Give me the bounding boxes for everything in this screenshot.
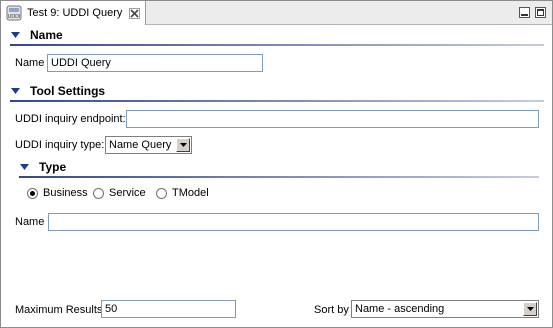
name-section-title: Name: [30, 28, 63, 42]
max-results-label: Maximum Results: [15, 304, 103, 316]
section-divider: [19, 176, 539, 178]
sort-by-select[interactable]: Name - ascending: [351, 300, 539, 318]
type-name-label: Name: [15, 216, 45, 228]
business-radio-label: Business: [43, 187, 88, 199]
service-radio-label: Service: [109, 187, 146, 199]
editor-tab-title: Test 9: UDDI Query: [27, 7, 123, 19]
maximize-icon[interactable]: [535, 7, 546, 18]
type-name-field[interactable]: [48, 213, 539, 231]
collapse-triangle-icon: [20, 164, 29, 170]
tmodel-radio[interactable]: [156, 188, 167, 199]
endpoint-label: UDDI inquiry endpoint:: [15, 113, 126, 125]
type-section-title: Type: [39, 160, 67, 174]
close-icon[interactable]: [129, 7, 141, 19]
max-results-field[interactable]: 50: [101, 300, 236, 318]
tool-settings-section-header[interactable]: Tool Settings: [11, 84, 105, 98]
dropdown-arrow-icon[interactable]: [523, 302, 537, 316]
name-label: Name: [15, 57, 45, 69]
type-section-header[interactable]: Type: [20, 160, 66, 174]
name-section-header[interactable]: Name: [11, 28, 63, 42]
collapse-triangle-icon: [11, 32, 20, 38]
section-divider: [10, 100, 544, 102]
inquiry-type-select[interactable]: Name Query: [105, 136, 192, 154]
editor-tab-bar: UDDI Test 9: UDDI Query: [1, 1, 552, 25]
sort-by-value: Name - ascending: [355, 303, 445, 315]
dropdown-arrow-icon[interactable]: [176, 138, 190, 152]
minimize-icon[interactable]: [519, 7, 530, 18]
collapse-triangle-icon: [11, 88, 20, 94]
service-radio[interactable]: [93, 188, 104, 199]
tmodel-radio-label: TModel: [172, 187, 209, 199]
tool-settings-section-title: Tool Settings: [30, 84, 106, 98]
endpoint-field[interactable]: [126, 110, 539, 128]
editor-tab[interactable]: UDDI Test 9: UDDI Query: [1, 1, 146, 25]
inquiry-type-label: UDDI inquiry type:: [15, 139, 105, 151]
sort-by-label: Sort by: [314, 304, 349, 316]
svg-text:UDDI: UDDI: [8, 14, 21, 20]
business-radio[interactable]: [27, 188, 38, 199]
uddi-icon: UDDI: [6, 5, 22, 21]
inquiry-type-value: Name Query: [109, 139, 172, 151]
section-divider: [10, 44, 544, 46]
uddi-query-editor: UDDI Test 9: UDDI Query Name Name UDDI Q…: [0, 0, 553, 328]
name-field[interactable]: UDDI Query: [47, 54, 263, 72]
